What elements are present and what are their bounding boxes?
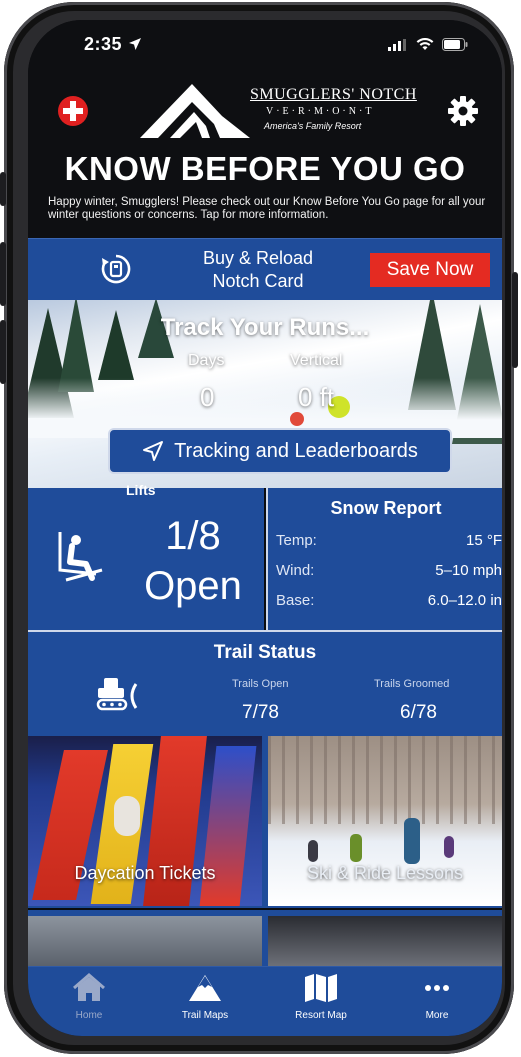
brand-sub: V·E·R·M·O·N·T <box>266 106 375 117</box>
wind-label: Wind: <box>276 562 315 579</box>
snow-groomer-icon <box>96 678 138 711</box>
system-icons <box>388 38 468 51</box>
trails-groomed-label: Trails Groomed <box>374 678 450 690</box>
location-arrow-icon <box>128 38 141 50</box>
snow-report-row: Base: 6.0–12.0 in <box>276 592 502 612</box>
lifts-count: 1/8 <box>165 514 221 558</box>
skier-figure <box>308 840 318 862</box>
tile-preview[interactable] <box>268 916 502 966</box>
wifi-icon <box>416 38 434 50</box>
days-label: Days <box>188 352 225 369</box>
track-runs-title: Track Your Runs... <box>160 314 370 341</box>
skier-figure <box>350 834 362 862</box>
temp-label: Temp: <box>276 532 317 549</box>
tile-preview[interactable] <box>28 916 262 966</box>
brand-name: SMUGGLERS' NOTCH <box>250 86 417 103</box>
trails-open-label: Trails Open <box>232 678 289 690</box>
snow-report-row: Wind: 5–10 mph <box>276 562 502 582</box>
tab-bar: Home Trail Maps Resort Map More <box>28 966 502 1036</box>
first-aid-icon[interactable] <box>58 96 88 126</box>
trail-status-title: Trail Status <box>213 642 317 663</box>
skier-figure <box>290 412 304 426</box>
phone-frame: 2:35 SMUGGLERS' NOTCH V·E·R·M·O·N·T Amer… <box>0 2 518 1054</box>
trails-open-value: 7/78 <box>242 702 279 723</box>
mute-switch <box>0 172 6 206</box>
promo-tiles: Daycation Tickets Ski & Ride Lessons <box>28 736 502 908</box>
tracking-leaderboards-button[interactable]: Tracking and Leaderboards <box>108 428 452 474</box>
vertical-value: 0 ft <box>298 382 335 412</box>
lessons-caption: Ski & Ride Lessons <box>306 863 464 883</box>
reload-card-icon <box>101 254 131 284</box>
chairlift-icon <box>58 532 103 582</box>
days-value: 0 <box>200 382 215 412</box>
banner-title: KNOW BEFORE YOU GO <box>64 150 466 187</box>
tab-more-label: More <box>425 1010 449 1021</box>
snow-report-panel[interactable]: Snow Report Temp: 15 °F Wind: 5–10 mph B… <box>266 488 502 630</box>
banner-text: Happy winter, Smugglers! Please check ou… <box>48 196 486 221</box>
tab-resort-map-label: Resort Map <box>295 1010 347 1021</box>
child-figure <box>114 796 140 836</box>
map-icon <box>305 974 337 1002</box>
volume-down-button <box>0 320 6 384</box>
notch-card-label: Buy & Reload Notch Card <box>202 248 314 291</box>
notch-card-row[interactable]: Buy & Reload Notch Card Save Now <box>28 238 502 301</box>
lifts-status: Open <box>144 564 242 608</box>
home-icon <box>73 973 105 1001</box>
temp-value: 15 °F <box>465 532 502 549</box>
lifts-panel[interactable]: Lifts 1/8 Open <box>28 482 264 630</box>
resort-logo: SMUGGLERS' NOTCH V·E·R·M·O·N·T America's… <box>140 80 430 140</box>
tab-resort-map[interactable]: Resort Map <box>266 973 376 1021</box>
trails-groomed-value: 6/78 <box>400 702 437 723</box>
app-header: SMUGGLERS' NOTCH V·E·R·M·O·N·T America's… <box>28 74 502 146</box>
know-before-you-go-banner[interactable]: KNOW BEFORE YOU GO Happy winter, Smuggle… <box>28 146 502 238</box>
brand-tagline: America's Family Resort <box>264 121 362 131</box>
base-value: 6.0–12.0 in <box>427 592 502 609</box>
tab-more[interactable]: More <box>382 973 492 1021</box>
daycation-caption: Daycation Tickets <box>74 863 216 883</box>
wind-value: 5–10 mph <box>435 562 502 579</box>
base-label: Base: <box>276 592 315 609</box>
tab-trail-maps-label: Trail Maps <box>181 1010 229 1021</box>
forest-shape <box>268 736 502 824</box>
tab-home[interactable]: Home <box>34 973 144 1021</box>
gear-icon[interactable] <box>446 94 480 128</box>
app-screen: 2:35 SMUGGLERS' NOTCH V·E·R·M·O·N·T Amer… <box>28 20 502 1036</box>
status-time: 2:35 <box>84 34 142 55</box>
time-text: 2:35 <box>84 34 123 54</box>
skier-figure <box>404 818 420 864</box>
more-tiles-row <box>28 910 502 966</box>
mountain-logo-icon <box>140 84 250 138</box>
signal-icon <box>388 38 406 51</box>
tracking-leaderboards-label: Tracking and Leaderboards <box>174 439 418 462</box>
lifts-label: Lifts <box>126 482 156 498</box>
daycation-tile[interactable]: Daycation Tickets <box>28 736 262 906</box>
tab-trail-maps[interactable]: Trail Maps <box>150 973 260 1021</box>
snow-report-title: Snow Report <box>330 498 442 518</box>
power-button <box>512 272 518 368</box>
battery-icon <box>442 38 468 51</box>
lessons-tile[interactable]: Ski & Ride Lessons <box>268 736 502 906</box>
navigation-arrow-icon <box>143 441 164 461</box>
snow-report-row: Temp: 15 °F <box>276 532 502 552</box>
status-bar: 2:35 <box>28 20 502 74</box>
trail-status-panel[interactable]: Trail Status Trails Open 7/78 Trails Gro… <box>28 632 502 736</box>
tab-home-label: Home <box>75 1010 103 1021</box>
more-icon <box>425 985 449 991</box>
mountain-icon <box>189 975 221 1001</box>
track-runs-panel: Track Your Runs... Days 0 Vertical 0 ft … <box>28 300 502 488</box>
save-now-button[interactable]: Save Now <box>370 253 490 287</box>
skier-figure <box>444 836 454 858</box>
volume-up-button <box>0 242 6 306</box>
vertical-label: Vertical <box>290 352 343 369</box>
